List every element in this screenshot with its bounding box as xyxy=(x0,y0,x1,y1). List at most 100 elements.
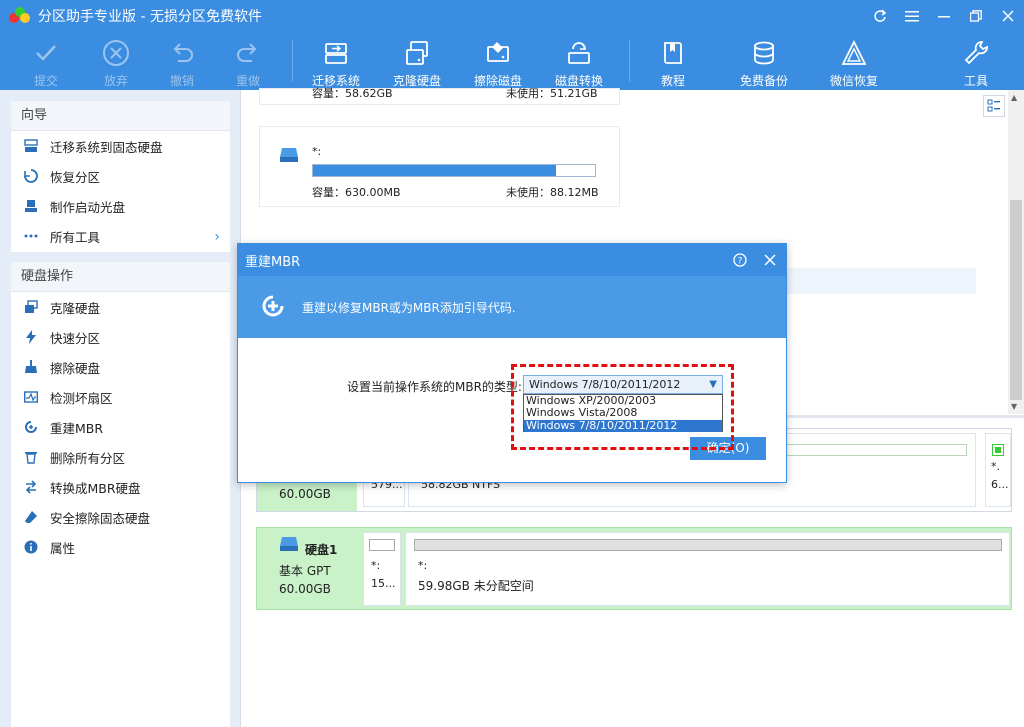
sidebar-item-secure-erase-ssd[interactable]: 安全擦除固态硬盘 xyxy=(11,502,230,532)
sidebar-item-label: 制作启动光盘 xyxy=(50,199,126,215)
partition-size: 15... xyxy=(371,577,396,590)
sidebar-item-boot-disc[interactable]: 制作启动光盘 xyxy=(11,191,230,221)
disk-partition-main[interactable]: *: 59.98GB 未分配空间 xyxy=(405,532,1010,606)
capacity-text: 容量：58.62GB xyxy=(312,87,393,100)
discard-button[interactable]: 放弃 xyxy=(92,32,140,90)
trash-icon xyxy=(24,450,38,464)
dots-icon xyxy=(24,229,38,243)
scroll-down-icon[interactable]: ▼ xyxy=(1011,402,1017,411)
redo-button[interactable]: 重做 xyxy=(224,32,272,90)
redo-icon xyxy=(233,38,263,68)
wipe-disk-button[interactable]: 擦除磁盘 xyxy=(468,32,528,90)
convert-disk-button[interactable]: 磁盘转换 xyxy=(549,32,609,90)
minimize-icon[interactable] xyxy=(928,0,960,32)
app-logo-icon xyxy=(9,7,31,25)
wizard-heading: 向导 xyxy=(11,101,230,131)
rebuild-icon xyxy=(258,291,288,324)
unused-text: 未使用：51.21GB xyxy=(506,87,598,100)
pulse-icon xyxy=(24,390,38,404)
restore-icon[interactable] xyxy=(960,0,992,32)
disk-info: 硬盘1 基本 GPT 60.00GB xyxy=(257,528,357,609)
clone-disk-icon xyxy=(402,38,432,68)
sidebar-item-convert-mbr[interactable]: 转换成MBR硬盘 xyxy=(11,472,230,502)
mbr-type-select[interactable]: Windows 7/8/10/2011/2012 ▼ xyxy=(523,375,723,394)
dialog-title: 重建MBR xyxy=(245,254,301,270)
disk-type: 基本 GPT xyxy=(279,564,331,578)
dialog-body: 设置当前操作系统的MBR的类型: Windows 7/8/10/2011/201… xyxy=(238,338,786,482)
sidebar-item-check-bad-sectors[interactable]: 检测坏扇区 xyxy=(11,382,230,412)
toolbar: 提交 放弃 撤销 重做 迁移系统 克隆硬盘 擦除磁盘 磁盘转换 教程 免费备份 … xyxy=(0,32,1024,90)
rebuild-icon xyxy=(24,420,38,434)
dropdown-option-win7[interactable]: Windows 7/8/10/2011/2012 xyxy=(524,419,722,432)
mbr-type-label: 设置当前操作系统的MBR的类型: xyxy=(347,380,522,394)
chevron-right-icon: › xyxy=(214,229,220,245)
ok-button[interactable]: 确定(O) xyxy=(690,437,766,460)
scrollbar-thumb[interactable] xyxy=(1010,200,1022,400)
check-icon xyxy=(31,38,61,68)
disk-icon xyxy=(279,147,299,166)
dialog-description: 重建以修复MBR或为MBR添加引导代码. xyxy=(302,300,516,315)
mbr-type-dropdown: Windows XP/2000/2003 Windows Vista/2008 … xyxy=(523,394,723,432)
sidebar-item-label: 转换成MBR硬盘 xyxy=(50,480,141,496)
disk-partition-right[interactable]: *. 6... xyxy=(985,433,1011,507)
wechat-recovery-label: 微信恢复 xyxy=(829,74,878,88)
sidebar-item-clone-disk[interactable]: 克隆硬盘 xyxy=(11,292,230,322)
sidebar-item-label: 恢复分区 xyxy=(50,169,101,185)
sidebar-item-properties[interactable]: 属性 xyxy=(11,532,230,562)
toolbar-separator xyxy=(629,40,630,82)
sidebar-item-label: 所有工具 xyxy=(50,229,101,245)
tools-label: 工具 xyxy=(963,74,988,88)
lightning-icon xyxy=(24,330,38,344)
commit-button[interactable]: 提交 xyxy=(22,32,70,90)
book-icon xyxy=(658,38,688,68)
sidebar-item-label: 检测坏扇区 xyxy=(50,390,113,406)
migrate-system-button[interactable]: 迁移系统 xyxy=(306,32,366,90)
free-backup-button[interactable]: 免费备份 xyxy=(734,32,794,90)
wechat-recovery-button[interactable]: 微信恢复 xyxy=(824,32,884,90)
partition-card[interactable]: *: 容量：630.00MB 未使用：88.12MB xyxy=(259,126,620,207)
sidebar-item-all-tools[interactable]: 所有工具 › xyxy=(11,221,230,251)
migrate-icon xyxy=(321,38,351,68)
tools-button[interactable]: 工具 xyxy=(956,32,996,90)
recover-icon xyxy=(839,38,869,68)
backup-icon xyxy=(749,38,779,68)
partition-card-top[interactable]: 容量：58.62GB 未使用：51.21GB xyxy=(259,87,620,105)
view-toggle-icon[interactable] xyxy=(983,95,1005,117)
dropdown-option-vista[interactable]: Windows Vista/2008 xyxy=(524,407,722,419)
svg-text:?: ? xyxy=(738,257,743,267)
undo-button[interactable]: 撤销 xyxy=(158,32,206,90)
free-backup-label: 免费备份 xyxy=(739,74,788,88)
scrollbar-upper[interactable]: ▲ ▼ xyxy=(1008,90,1024,414)
sidebar-item-wipe-disk[interactable]: 擦除硬盘 xyxy=(11,352,230,382)
sidebar-item-migrate-ssd[interactable]: 迁移系统到固态硬盘 xyxy=(11,131,230,161)
partition-bar xyxy=(414,539,1002,551)
close-window-icon[interactable] xyxy=(992,0,1024,32)
wipe-disk-icon xyxy=(483,38,513,68)
help-icon[interactable]: ? xyxy=(726,244,754,276)
partition-desc: 59.98GB 未分配空间 xyxy=(418,579,534,593)
partition-color-swatch xyxy=(992,444,1004,456)
sidebar-item-label: 迁移系统到固态硬盘 xyxy=(50,139,163,155)
close-dialog-icon[interactable] xyxy=(756,244,784,276)
recover-partition-icon xyxy=(24,169,38,183)
discard-label: 放弃 xyxy=(103,74,128,88)
sidebar-item-label: 属性 xyxy=(50,540,76,556)
tutorial-button[interactable]: 教程 xyxy=(653,32,693,90)
rebuild-mbr-dialog: 重建MBR ? 重建以修复MBR或为MBR添加引导代码. 设置当前操作系统的MB… xyxy=(237,243,787,483)
sidebar-item-label: 克隆硬盘 xyxy=(50,300,101,316)
menu-icon[interactable] xyxy=(896,0,928,32)
sidebar-item-delete-all-partitions[interactable]: 删除所有分区 xyxy=(11,442,230,472)
disk-row-1[interactable]: 硬盘1 基本 GPT 60.00GB *: 15... *: 59.98GB 未… xyxy=(256,527,1012,610)
unused-text: 未使用：88.12MB xyxy=(506,186,599,199)
scroll-up-icon[interactable]: ▲ xyxy=(1011,93,1017,102)
clone-disk-button[interactable]: 克隆硬盘 xyxy=(387,32,447,90)
tutorial-label: 教程 xyxy=(660,74,685,88)
partition-name: *. xyxy=(991,460,1000,473)
refresh-icon[interactable] xyxy=(864,0,896,32)
chevron-down-icon: ▼ xyxy=(709,379,717,390)
sidebar-item-recover-partition[interactable]: 恢复分区 xyxy=(11,161,230,191)
disk-partition-small[interactable]: *: 15... xyxy=(363,532,401,606)
sidebar-item-quick-partition[interactable]: 快速分区 xyxy=(11,322,230,352)
sidebar-item-rebuild-mbr[interactable]: 重建MBR xyxy=(11,412,230,442)
partition-size: 6... xyxy=(991,478,1009,491)
